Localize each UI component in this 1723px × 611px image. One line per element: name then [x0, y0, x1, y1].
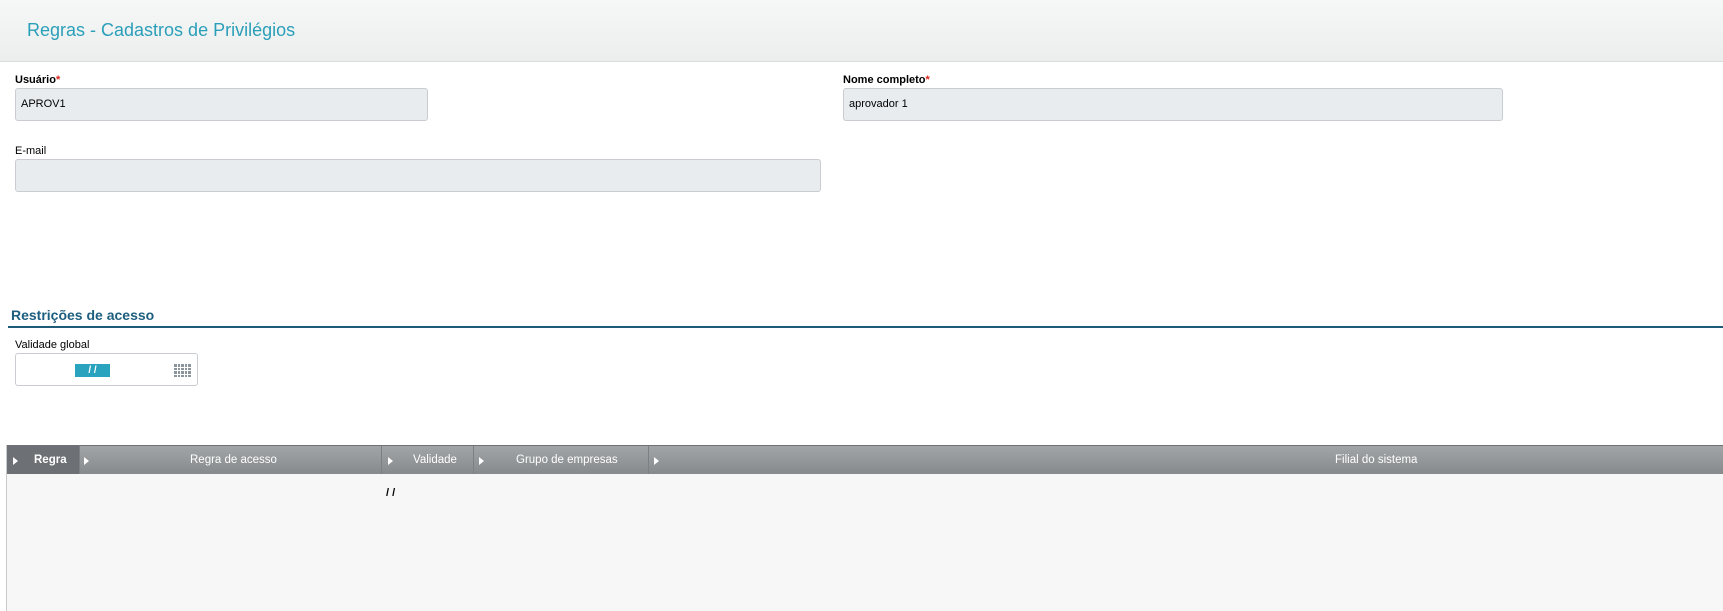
page-title: Regras - Cadastros de Privilégios	[27, 20, 296, 40]
nome-completo-label-text: Nome completo	[843, 74, 926, 86]
column-label: Validade	[413, 454, 457, 466]
required-mark: *	[55, 74, 61, 86]
page-header: Regras - Cadastros de Privilégios	[0, 0, 1723, 62]
calendar-icon[interactable]	[174, 364, 191, 377]
column-grupo-de-empresas[interactable]: Grupo de empresas	[474, 446, 649, 475]
nome-completo-value: aprovador 1	[849, 98, 908, 110]
column-regra[interactable]: Regra	[7, 446, 80, 475]
column-label: Regra de acesso	[190, 454, 277, 466]
nome-completo-field[interactable]: aprovador 1	[843, 88, 1503, 121]
triangle-right-icon[interactable]	[388, 457, 393, 465]
required-mark: *	[925, 74, 930, 86]
usuario-label: Usuário*	[15, 74, 60, 86]
section-title: Restrições de acesso	[11, 307, 155, 323]
grid-header: Regra Regra de acesso Validade Grupo de …	[7, 445, 1723, 475]
grid-body: / /	[7, 474, 1723, 611]
triangle-right-icon[interactable]	[654, 457, 659, 465]
validade-global-value[interactable]: / /	[75, 364, 110, 377]
email-field[interactable]	[15, 159, 821, 192]
usuario-label-text: Usuário	[15, 74, 56, 86]
validade-cell: / /	[386, 487, 396, 499]
column-validade[interactable]: Validade	[382, 446, 474, 475]
column-label: Grupo de empresas	[516, 454, 618, 466]
column-regra-de-acesso[interactable]: Regra de acesso	[80, 446, 382, 475]
usuario-field[interactable]: APROV1	[15, 88, 428, 121]
validade-global-label: Validade global	[15, 339, 90, 351]
rules-grid: Regra Regra de acesso Validade Grupo de …	[6, 445, 1723, 611]
validade-global-field[interactable]: / /	[15, 353, 198, 386]
section-divider	[8, 326, 1723, 328]
nome-completo-label: Nome completo*	[843, 74, 930, 86]
email-label: E-mail	[15, 145, 47, 157]
column-label: Regra	[34, 454, 67, 466]
column-label: Filial do sistema	[1335, 454, 1418, 466]
usuario-value: APROV1	[21, 98, 66, 110]
triangle-right-icon[interactable]	[13, 457, 18, 465]
triangle-right-icon[interactable]	[479, 457, 484, 465]
triangle-right-icon[interactable]	[84, 457, 89, 465]
column-filial-do-sistema[interactable]: Filial do sistema	[649, 446, 1723, 475]
